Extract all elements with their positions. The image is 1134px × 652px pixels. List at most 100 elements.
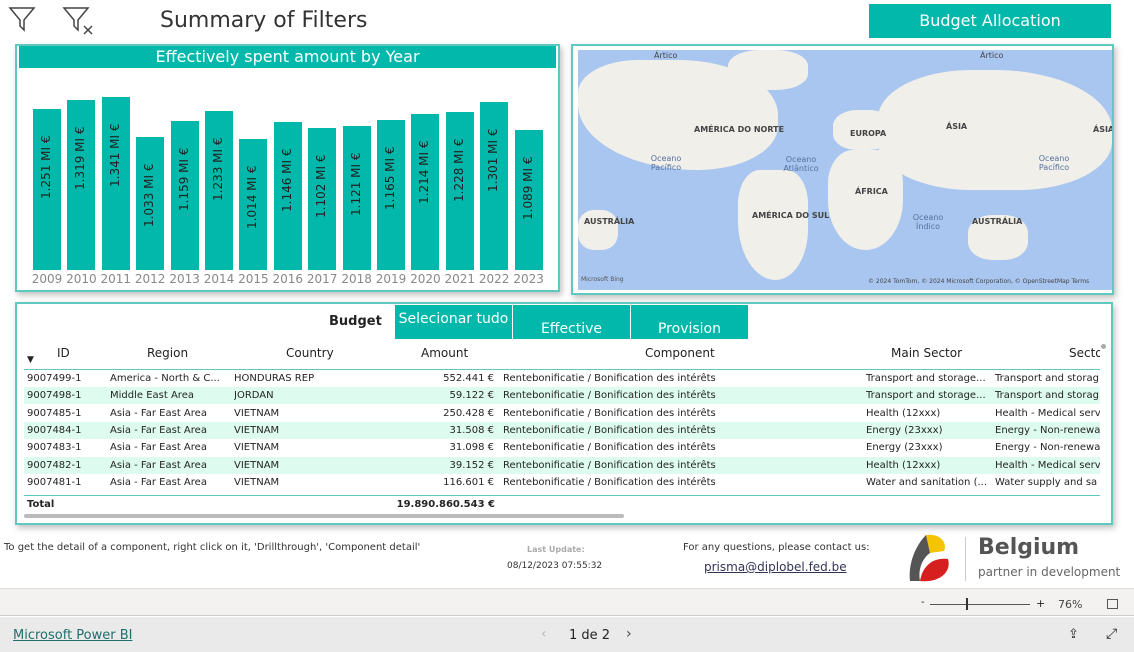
data-label: 1.228 MI € — [451, 138, 466, 202]
chart-title: Effectively spent amount by Year — [19, 46, 556, 68]
table-cell: 552.441 € — [443, 373, 494, 384]
filter-icon[interactable] — [8, 4, 36, 32]
column-header-id[interactable]: ID — [57, 346, 70, 360]
table-cell: 9007499-1 — [27, 373, 82, 384]
map-label: AUSTRÁLIA — [972, 217, 1023, 226]
next-page-icon[interactable]: › — [626, 626, 632, 642]
table-cell: Asia - Far East Area — [110, 424, 207, 436]
contact-email-link[interactable]: prisma@diplobel.fed.be — [704, 560, 847, 574]
zoom-slider[interactable] — [930, 604, 1030, 605]
x-tick-label: 2022 — [478, 272, 510, 286]
table-row[interactable]: 9007485-1 Asia - Far East Area VIETNAM 250.… — [24, 405, 1100, 422]
table-row[interactable]: 9007484-1 Asia - Far East Area VIETNAM 31.5… — [24, 421, 1100, 439]
logo-title: Belgium — [978, 535, 1080, 560]
table-cell: 9007485-1 — [27, 407, 82, 419]
table-cell: 9007484-1 — [27, 424, 82, 436]
column-header-component[interactable]: Component — [645, 346, 715, 360]
table-cell: 31.508 € — [449, 424, 494, 436]
tab-select-all[interactable]: Selecionar tudo — [395, 305, 512, 339]
budget-allocation-button[interactable]: Budget Allocation — [869, 4, 1111, 38]
zoom-out-button[interactable]: - — [921, 597, 925, 608]
x-tick-label: 2023 — [513, 272, 544, 286]
x-tick-label: 2009 — [31, 272, 63, 286]
table-cell: Asia - Far East Area — [110, 407, 207, 419]
data-label: 1.251 MI € — [39, 135, 53, 199]
power-bi-link[interactable]: Microsoft Power BI — [13, 628, 132, 643]
page-indicator: 1 de 2 — [569, 628, 611, 643]
zoom-bar — [0, 588, 1134, 616]
x-tick-label: 2021 — [444, 272, 476, 286]
zoom-in-button[interactable]: + — [1036, 597, 1045, 610]
data-label: 1.102 MI € — [314, 154, 329, 218]
x-tick-label: 2020 — [410, 272, 441, 286]
data-label: 1.319 MI € — [73, 126, 88, 190]
x-tick-label: 2017 — [306, 272, 338, 286]
total-amount: 19.890.860.543 € — [396, 499, 495, 510]
table-cell: VIETNAM — [234, 442, 280, 454]
column-header-main-sector[interactable]: Main Sector — [891, 346, 962, 360]
x-tick-label: 2019 — [375, 272, 407, 286]
column-header-country[interactable]: Country — [286, 346, 334, 360]
world-map[interactable]: Ártico Ártico AMÉRICA DO NORTE EUROPA ÁS… — [578, 50, 1112, 290]
zoom-slider-thumb[interactable] — [966, 598, 968, 610]
table-cell: VIETNAM — [234, 407, 280, 419]
table-cell: Energy (23xxx) — [866, 442, 943, 454]
logo-subtitle: partner in development — [978, 565, 1121, 579]
x-tick-label: 2013 — [169, 272, 200, 286]
page-title: Summary of Filters — [160, 8, 368, 33]
horizontal-scrollbar[interactable] — [24, 514, 624, 518]
table-cell: 116.601 € — [443, 476, 494, 488]
column-header-sector[interactable]: Sector — [1069, 346, 1100, 360]
sort-desc-icon[interactable]: ▼ — [27, 355, 34, 365]
share-icon[interactable]: ⇪ — [1068, 627, 1079, 642]
table-row[interactable]: 9007498-1 Middle East Area JORDAN 59.122 € R… — [24, 387, 1100, 405]
map-label: AMÉRICA DO NORTE — [694, 125, 785, 134]
vertical-scrollbar[interactable] — [1101, 344, 1106, 349]
x-tick-label: 2016 — [272, 272, 304, 286]
tab-provision[interactable]: Provision — [631, 305, 748, 339]
map-label: ÁSIA — [1093, 125, 1112, 134]
prev-page-icon[interactable]: ‹ — [541, 626, 547, 642]
map-label: Oceano Pacífico — [1038, 154, 1070, 172]
table-cell: 9007483-1 — [27, 442, 82, 454]
table-cell: Health (12xxx) — [866, 459, 941, 471]
table-cell: Water supply and sa — [995, 476, 1098, 488]
table-cell: 9007498-1 — [27, 390, 82, 402]
table-cell: VIETNAM — [234, 459, 280, 471]
table-cell: Rentebonificatie / Bonification des inté… — [503, 407, 716, 419]
table-cell: Rentebonificatie / Bonification des inté… — [503, 459, 716, 471]
table-cell: Middle East Area — [110, 390, 194, 402]
table-cell: 31.098 € — [449, 442, 494, 454]
table-row[interactable]: 9007481-1 Asia - Far East Area VIETNAM 116.… — [24, 474, 1100, 491]
column-header-amount[interactable]: Amount — [421, 346, 468, 360]
table-cell: Asia - Far East Area — [110, 459, 207, 471]
table-cell: Asia - Far East Area — [110, 442, 207, 454]
column-header-region[interactable]: Region — [147, 346, 188, 360]
table-row[interactable]: 9007482-1 Asia - Far East Area VIETNAM 39.1… — [24, 456, 1100, 474]
table-cell: America - North & C... — [110, 373, 220, 384]
map-copyright[interactable]: © 2024 TomTom, © 2024 Microsoft Corporat… — [868, 278, 1089, 285]
clear-filter-icon[interactable] — [62, 4, 96, 36]
fit-to-page-icon[interactable] — [1107, 599, 1118, 609]
data-label: 1.233 MI € — [211, 137, 225, 202]
x-tick-label: 2015 — [238, 272, 269, 286]
data-label: 1.301 MI € — [486, 128, 501, 193]
table-cell: Transport and storag — [995, 373, 1099, 384]
table-cell: Transport and storage... — [866, 390, 986, 402]
table-cell: Health (12xxx) — [866, 407, 941, 419]
zoom-level: 76% — [1058, 598, 1083, 611]
table-cell: Energy - Non-renewa — [995, 442, 1100, 454]
table-cell: 59.122 € — [449, 390, 494, 402]
table-cell: HONDURAS REP — [234, 373, 315, 384]
fullscreen-icon[interactable]: ⤢ — [1106, 626, 1117, 642]
map-label: ÁSIA — [946, 122, 968, 131]
table-cell: Asia - Far East Area — [110, 476, 207, 488]
table-row[interactable]: 9007483-1 Asia - Far East Area VIETNAM 31.0… — [24, 439, 1100, 456]
table-cell: 250.428 € — [443, 407, 494, 419]
data-label: 1.121 MI € — [348, 151, 363, 216]
bar-chart-panel: Effectively spent amount by Year 1.251 M… — [15, 44, 560, 292]
table-row[interactable]: 9007499-1 America - North & C... HONDURAS … — [24, 370, 1100, 387]
x-tick-label: 2010 — [66, 272, 97, 286]
last-update-label: Last Update: — [527, 545, 585, 554]
tab-effective[interactable]: Effective — [513, 305, 630, 339]
